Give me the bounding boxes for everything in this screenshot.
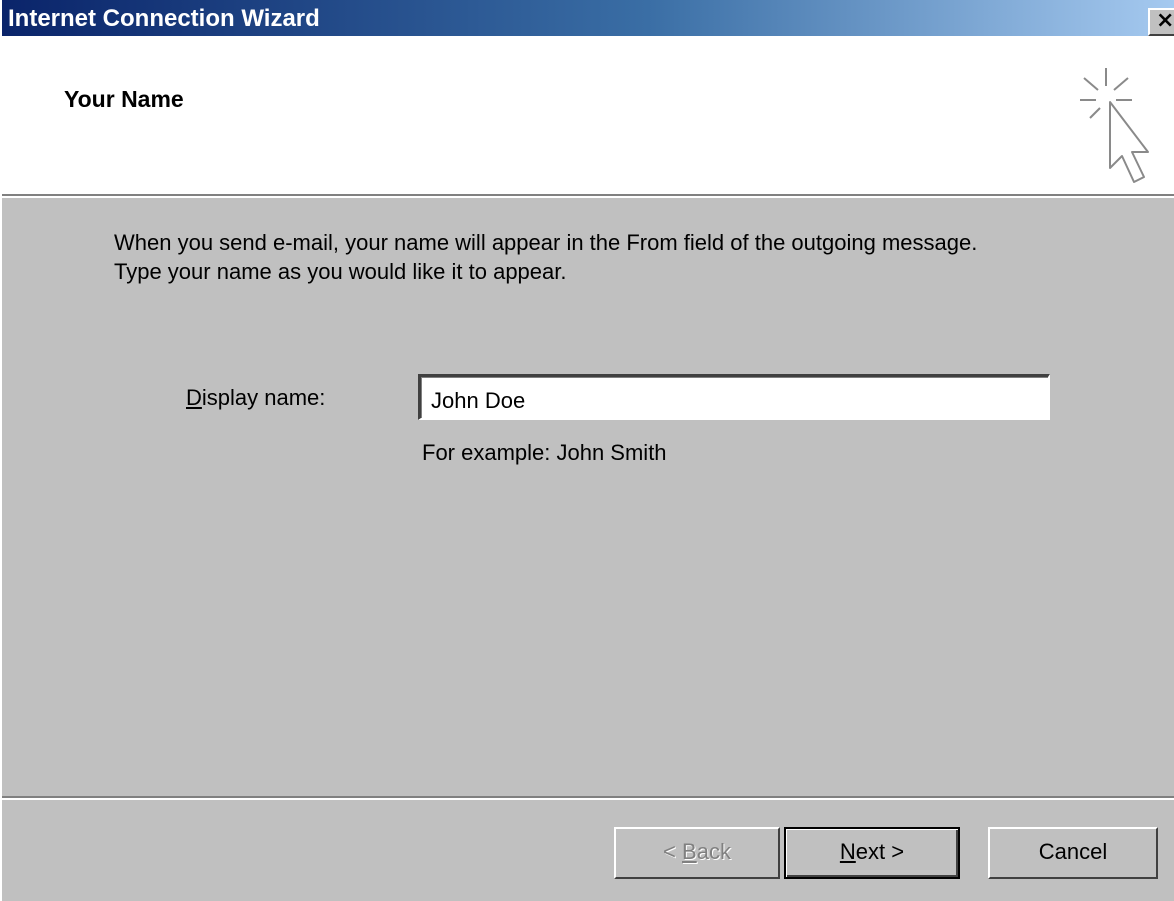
- window-title: Internet Connection Wizard: [8, 5, 320, 32]
- cancel-button[interactable]: Cancel: [988, 827, 1158, 879]
- footer-divider-highlight: [2, 798, 1174, 800]
- display-name-input[interactable]: [418, 374, 1050, 420]
- example-hint: For example: John Smith: [422, 440, 667, 465]
- page-title: Your Name: [64, 86, 184, 112]
- close-icon: ×: [1156, 8, 1174, 33]
- next-button-mnemonic: N: [839, 839, 856, 864]
- wizard-cursor-icon: [1080, 68, 1149, 183]
- cancel-button-label: Cancel: [1038, 839, 1108, 864]
- display-name-label-text: isplay name:: [201, 385, 326, 410]
- display-name-label-mnemonic: D: [186, 385, 202, 410]
- back-button-text: ack: [696, 839, 731, 864]
- wizard-window: Internet Connection Wizard × Your Name W…: [0, 0, 1174, 901]
- back-button[interactable]: < Back: [614, 827, 780, 879]
- next-button[interactable]: Next >: [784, 827, 960, 879]
- back-button-prefix: <: [663, 839, 683, 864]
- instruction-line-1: When you send e-mail, your name will app…: [114, 230, 978, 255]
- close-button[interactable]: ×: [1148, 8, 1174, 36]
- instruction-text: When you send e-mail, your name will app…: [114, 228, 977, 286]
- header-divider-highlight: [2, 196, 1174, 198]
- back-button-mnemonic: B: [682, 839, 697, 864]
- title-bar[interactable]: Internet Connection Wizard ×: [2, 0, 1174, 36]
- wizard-header: Your Name: [2, 36, 1174, 194]
- instruction-line-2: Type your name as you would like it to a…: [114, 259, 567, 284]
- display-name-label: Display name:: [186, 385, 325, 411]
- next-button-text: ext >: [855, 839, 905, 864]
